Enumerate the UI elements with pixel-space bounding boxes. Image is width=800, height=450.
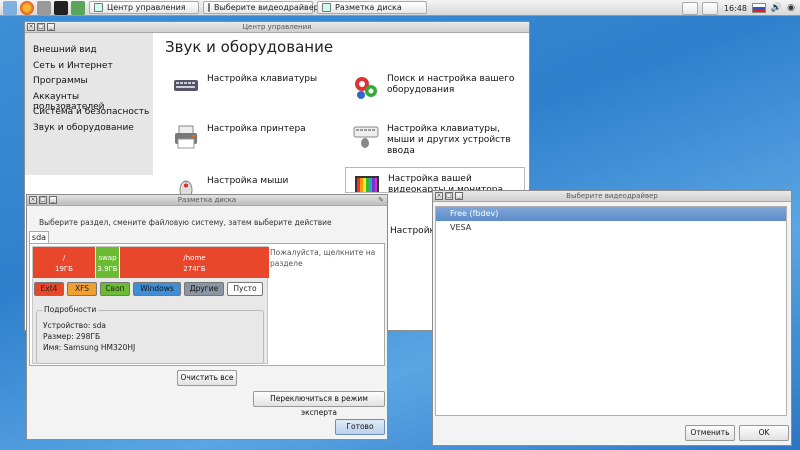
video-driver-titlebar[interactable]: × □ _ Выберите видеодрайвер [433,191,791,202]
details-group: Подробности Устройство: sda Размер: 298Г… [36,305,264,364]
monitor-icon [354,174,380,192]
taskbar: Центр управления Выберите видеодрайвер Р… [0,0,800,16]
maximize-icon[interactable]: □ [37,23,45,31]
done-button[interactable]: Готово [335,419,385,435]
task-disk-partition[interactable]: Разметка диска [317,1,427,14]
name-info: Имя: Samsung HM320HJ [43,343,136,352]
fs-ext4-button[interactable]: Ext4 [34,282,64,296]
window-title: Выберите видеодрайвер [566,192,658,200]
window-controls: × □ _ [27,23,57,31]
window-icon [322,3,331,12]
sidebar-item-security[interactable]: Система и безопасность [25,107,153,123]
control-center-titlebar[interactable]: × □ _ Центр управления [25,22,529,33]
partition-bar: /19ГБ swap 3.9ГБ /home 274ГБ [33,247,269,278]
disk-partition-window: × □ _ Разметка диска ✎ Выберите раздел, … [26,194,388,440]
window-controls: × □ _ [29,196,59,204]
window-icon [208,3,210,12]
sidebar-item-programs[interactable]: Программы [25,76,153,92]
sidebar-item-sound-hardware[interactable]: Звук и оборудование [25,123,153,139]
printer-icon [173,124,199,149]
ok-button[interactable]: OK [739,425,789,441]
fs-swap-button[interactable]: Своп [100,282,130,296]
clock[interactable]: 16:48 [724,4,747,13]
driver-option-vesa[interactable]: VESA [436,221,786,235]
partition-home[interactable]: /home 274ГБ [120,247,269,278]
edit-icon[interactable]: ✎ [378,195,384,206]
page-title: Звук и оборудование [165,38,334,56]
partition-map: /19ГБ swap 3.9ГБ /home 274ГБ Ext4 XFS Своп… [32,246,269,364]
window-icon [94,3,103,12]
fs-other-button[interactable]: Другие [184,282,224,296]
keyboard-icon [173,74,199,96]
device-info: Устройство: sda [43,321,106,330]
item-extra-settings[interactable]: Настройк [390,226,435,237]
item-input-devices[interactable]: Настройка клавиатуры, мыши и других устро… [353,124,511,157]
fs-xfs-button[interactable]: XFS [67,282,97,296]
item-printer-settings[interactable]: Настройка принтера [173,124,306,149]
language-flag-icon[interactable] [751,3,766,13]
task-control-center[interactable]: Центр управления [89,1,199,14]
partition-panel: /19ГБ swap 3.9ГБ /home 274ГБ Ext4 XFS Своп… [29,243,385,366]
help-note: Пожалуйста, щелкните на разделе [270,248,376,268]
item-hardware-search[interactable]: Поиск и настройка вашего оборудования [353,74,514,99]
partition-swap[interactable]: swap 3.9ГБ [96,247,120,278]
item-keyboard-settings[interactable]: Настройка клавиатуры [173,74,317,96]
task-video-driver[interactable]: Выберите видеодрайвер [203,1,319,14]
system-tray: 16:48 🔊 ◉ [678,0,800,16]
terminal-icon[interactable] [54,0,68,15]
close-icon[interactable]: × [27,23,35,31]
details-label: Подробности [42,305,99,314]
expert-mode-button[interactable]: Переключиться в режим эксперта [253,391,385,417]
cancel-button[interactable]: Отменить [685,425,735,441]
disk-partition-titlebar[interactable]: × □ _ Разметка диска ✎ [27,195,387,206]
maximize-icon[interactable]: □ [445,192,453,200]
window-controls: × □ _ [435,192,465,200]
tray-slot[interactable] [681,1,698,15]
system-icon[interactable] [37,0,51,15]
size-info: Размер: 298ГБ [43,332,101,341]
firefox-icon[interactable] [20,0,34,15]
folder-icon[interactable] [3,0,17,15]
sidebar-item-network[interactable]: Сеть и Интернет [25,61,153,77]
tray-slot[interactable] [701,1,718,15]
window-title: Центр управления [242,23,312,31]
instruction-text: Выберите раздел, смените файловую систем… [39,218,332,227]
wifi-icon[interactable]: ◉ [787,3,795,13]
partition-root[interactable]: /19ГБ [33,247,96,278]
keyboard-mouse-icon [353,124,379,148]
sidebar-item-accounts[interactable]: Аккаунты пользователей [25,92,153,112]
close-icon[interactable]: × [435,192,443,200]
minimize-icon[interactable]: _ [47,23,55,31]
gears-icon [353,74,379,99]
fs-windows-button[interactable]: Windows [133,282,181,296]
minimize-icon[interactable]: _ [49,196,57,204]
maximize-icon[interactable]: □ [39,196,47,204]
clear-all-button[interactable]: Очистить все [177,370,237,386]
network-icon[interactable] [71,0,85,15]
control-center-sidebar: Внешний вид Сеть и Интернет Программы Ак… [25,33,153,175]
filesystem-legend: Ext4 XFS Своп Windows Другие Пусто [34,282,266,296]
driver-option-fbdev[interactable]: Free (fbdev) [436,207,786,221]
minimize-icon[interactable]: _ [455,192,463,200]
volume-icon[interactable]: 🔊 [771,3,782,13]
sidebar-item-appearance[interactable]: Внешний вид [25,45,153,61]
fs-empty-button[interactable]: Пусто [227,282,263,296]
window-title: Разметка диска [177,196,237,204]
driver-list: Free (fbdev) VESA [435,206,787,416]
close-icon[interactable]: × [29,196,37,204]
video-driver-window: × □ _ Выберите видеодрайвер Free (fbdev)… [432,190,792,446]
